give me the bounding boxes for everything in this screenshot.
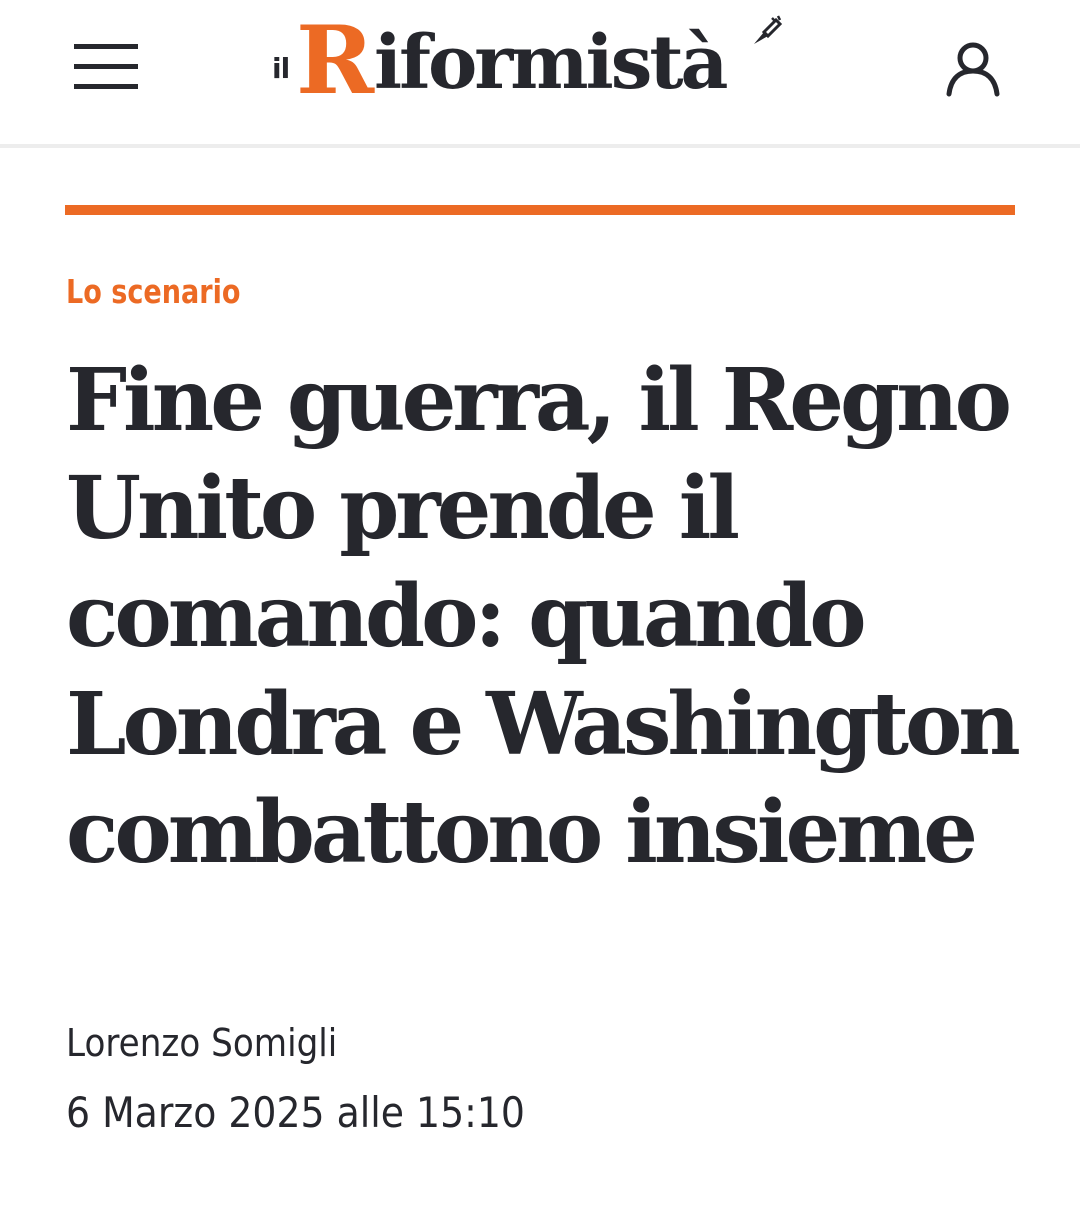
site-header: il R iformistà — [0, 0, 1080, 148]
article-author[interactable]: Lorenzo Somigli — [66, 1018, 337, 1068]
article-date: 6 Marzo 2025 alle 15:10 — [66, 1088, 525, 1137]
site-logo[interactable]: il R iformistà — [262, 14, 792, 118]
menu-bar — [74, 44, 138, 49]
logo-prefix: il — [272, 52, 290, 85]
hamburger-menu-icon[interactable] — [74, 42, 140, 92]
article-category[interactable]: Lo scenario — [66, 268, 240, 316]
pen-accent-icon — [754, 15, 783, 44]
menu-bar — [74, 84, 138, 89]
menu-bar — [74, 64, 138, 69]
logo-wordmark: iformistà — [374, 20, 728, 106]
logo-initial: R — [296, 6, 375, 116]
section-accent-rule — [65, 205, 1015, 215]
article-headline: Fine guerra, il Regno Unito prende il co… — [66, 350, 1021, 883]
user-account-icon[interactable] — [944, 38, 1002, 98]
